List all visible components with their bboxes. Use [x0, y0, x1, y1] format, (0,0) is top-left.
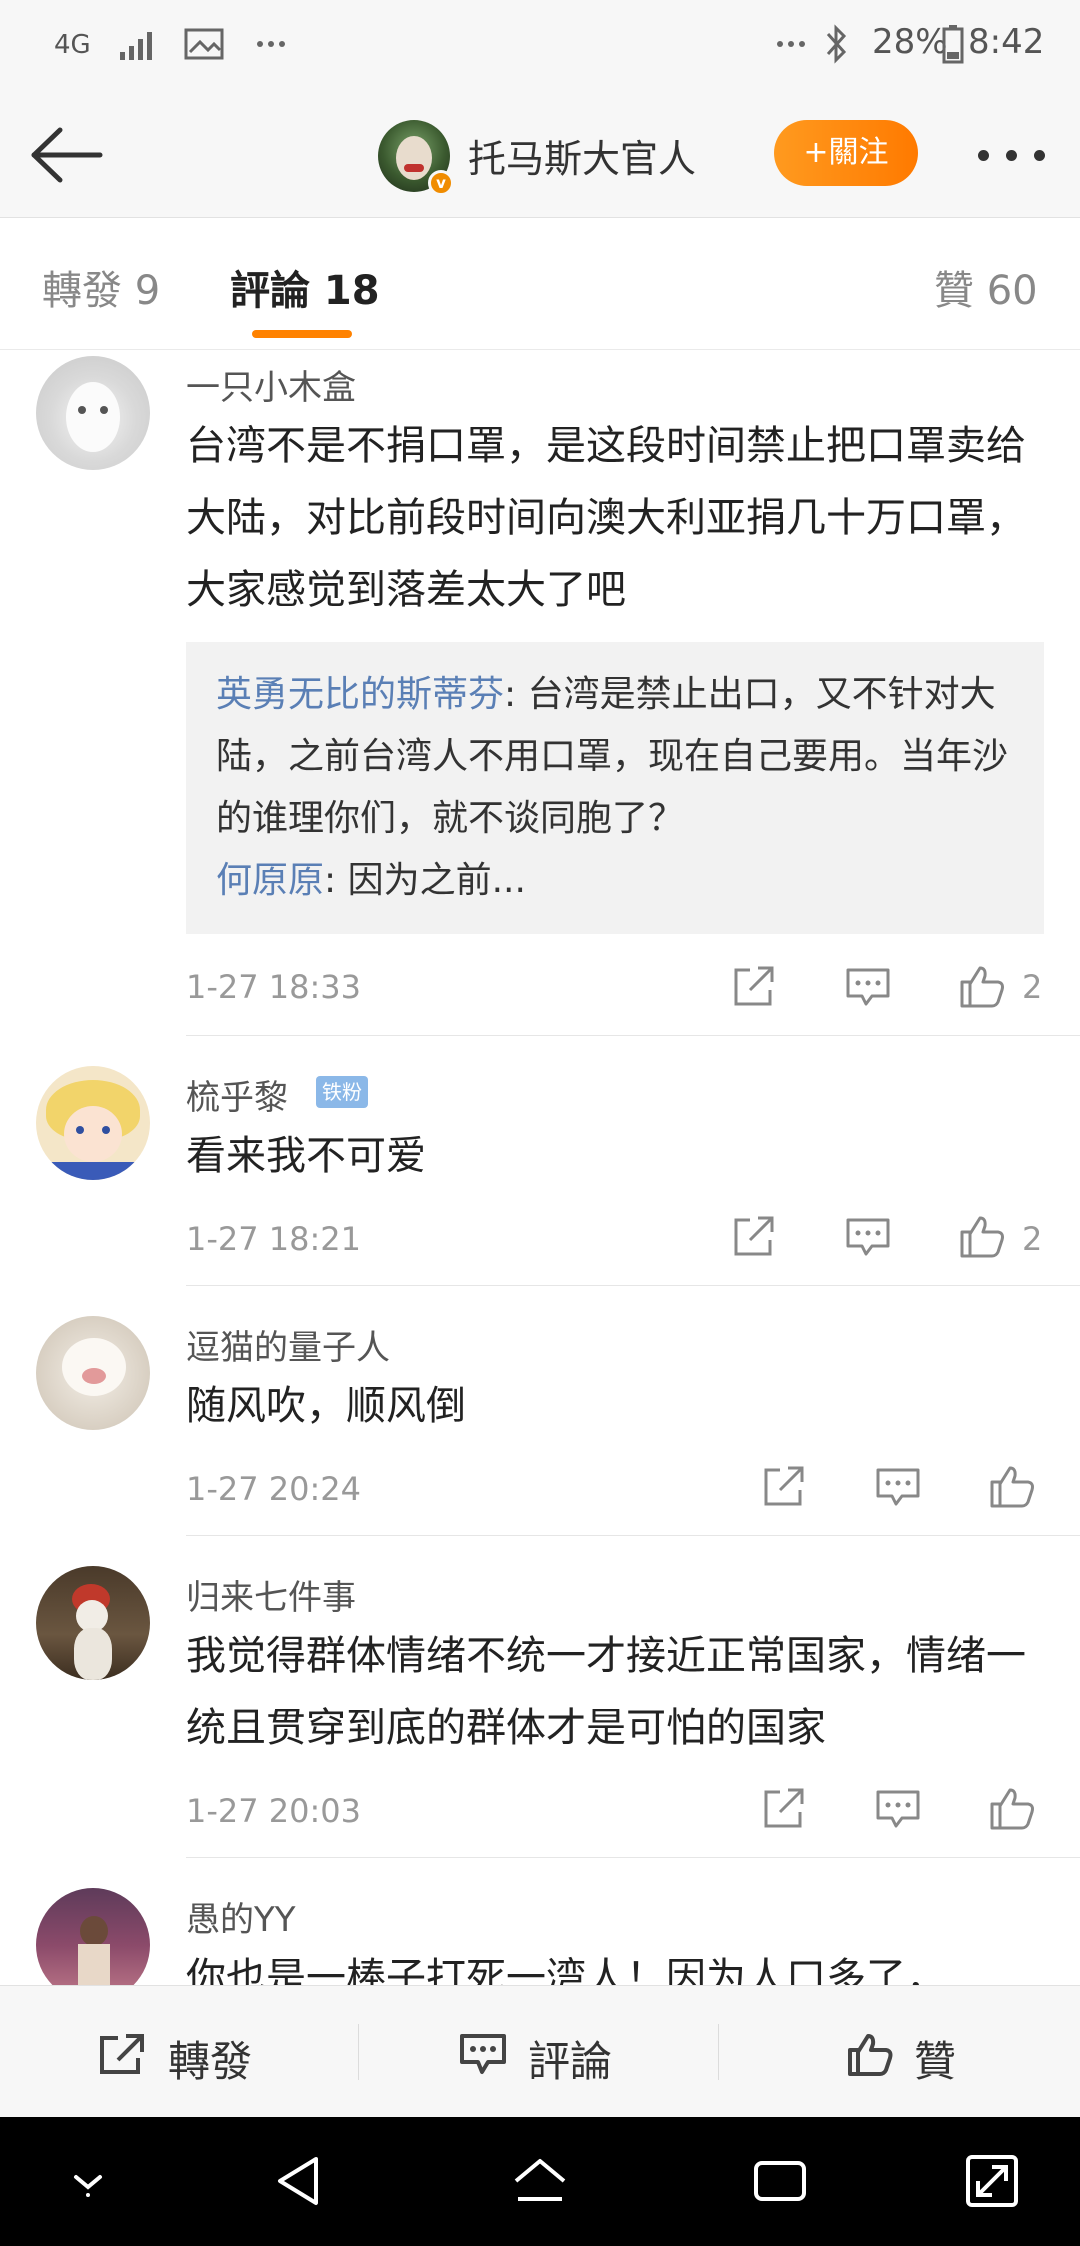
comment-label: 評論: [528, 2037, 613, 2086]
comment-text: 台湾不是不捐口罩，是这段时间禁止把口罩卖给大陆，对比前段时间向澳大利亚捐几十万口…: [186, 423, 1026, 613]
comment-icon[interactable]: [874, 1462, 922, 1510]
like-label: 贊: [914, 2037, 957, 2086]
repost-icon[interactable]: [760, 1462, 808, 1510]
battery-percent: 28%: [872, 22, 948, 62]
bluetooth-icon: [826, 24, 847, 64]
comment-time: 1-27 20:24: [186, 1470, 362, 1508]
comment-item: 逗猫的量子人 随风吹，顺风倒 1-27 20:24: [0, 1286, 1080, 1536]
comment-item: 梳乎黎 铁粉 看来我不可爱 1-27 18:21 2: [0, 1036, 1080, 1286]
back-button[interactable]: [26, 120, 106, 190]
commenter-avatar[interactable]: [36, 356, 150, 470]
repost-icon[interactable]: [730, 1212, 778, 1260]
comment-icon[interactable]: [874, 1784, 922, 1832]
tab-reposts[interactable]: 轉發 9: [42, 258, 160, 316]
active-tab-indicator: [252, 330, 352, 338]
like-icon[interactable]: [958, 1212, 1006, 1260]
commenter-name[interactable]: 归来七件事: [186, 1570, 356, 1619]
system-nav-bar: [0, 2117, 1080, 2246]
comment-time: 1-27 18:33: [186, 968, 362, 1006]
tab-comments[interactable]: 評論 18: [230, 258, 380, 316]
repost-button[interactable]: 轉發: [0, 1986, 360, 2118]
more-icon: [257, 41, 285, 47]
more-icon: [777, 41, 805, 47]
comment-item: 归来七件事 我觉得群体情绪不统一才接近正常国家，情绪一统且贯穿到底的群体才是可怕…: [0, 1536, 1080, 1858]
recents-nav-icon[interactable]: [748, 2149, 812, 2213]
comment-text: 我觉得群体情绪不统一才接近正常国家，情绪一统且贯穿到底的群体才是可怕的国家: [186, 1633, 1026, 1751]
comment-text: 看来我不可爱: [186, 1133, 426, 1179]
reply-separator: :: [504, 674, 528, 715]
like-icon: [848, 2034, 893, 2076]
comment-time: 1-27 18:21: [186, 1220, 362, 1258]
like-count: 2: [1022, 968, 1043, 1006]
comment-icon[interactable]: [844, 1212, 892, 1260]
battery-icon: [942, 25, 964, 64]
follow-button[interactable]: +關注: [774, 120, 918, 186]
commenter-avatar[interactable]: [36, 1566, 150, 1680]
commenter-name[interactable]: 一只小木盒: [186, 360, 356, 409]
comment-time: 1-27 20:03: [186, 1792, 362, 1830]
like-count: 2: [1022, 1220, 1043, 1258]
repost-label: 轉發: [168, 2037, 253, 2086]
comment-icon: [460, 2034, 506, 2074]
repost-icon: [100, 2034, 144, 2074]
like-button[interactable]: 贊: [720, 1986, 1080, 2118]
reply-text: 因为之前...: [347, 860, 526, 901]
bottom-action-bar: 轉發 評論 贊: [0, 1985, 1080, 2117]
tab-bar: 轉發 9 評論 18 贊 60: [0, 218, 1080, 350]
home-nav-icon[interactable]: [508, 2149, 572, 2213]
divider: [358, 2024, 359, 2080]
reply-preview[interactable]: 英勇无比的斯蒂芬: 台湾是禁止出口，又不针对大陆，之前台湾人不用口罩，现在自己要…: [186, 642, 1044, 934]
repost-icon[interactable]: [730, 962, 778, 1010]
commenter-name[interactable]: 逗猫的量子人: [186, 1320, 390, 1369]
commenter-avatar[interactable]: [36, 1316, 150, 1430]
reply-item: 何原原: 因为之前...: [216, 850, 1014, 912]
commenter-avatar[interactable]: [36, 1066, 150, 1180]
comment-icon[interactable]: [844, 962, 892, 1010]
comment-text: 随风吹，顺风倒: [186, 1383, 466, 1429]
tab-likes[interactable]: 贊 60: [934, 258, 1038, 316]
chevron-down-icon[interactable]: [56, 2149, 120, 2213]
comment-text: 你也是一棒子打死一湾人！因为人口多了，: [186, 1955, 946, 1985]
expand-icon[interactable]: [960, 2149, 1024, 2213]
comment-button[interactable]: 評論: [360, 1986, 720, 2118]
app-header: v 托马斯大官人 +關注: [0, 90, 1080, 218]
repost-icon[interactable]: [760, 1784, 808, 1832]
comment-item: 一只小木盒 台湾不是不捐口罩，是这段时间禁止把口罩卖给大陆，对比前段时间向澳大利…: [0, 350, 1080, 1036]
more-options-icon[interactable]: [978, 150, 1048, 164]
clock: 8:42: [968, 22, 1045, 62]
author-name[interactable]: 托马斯大官人: [468, 128, 696, 183]
divider: [718, 2024, 719, 2080]
verified-badge-icon: v: [428, 170, 454, 196]
commenter-name[interactable]: 梳乎黎: [186, 1070, 288, 1119]
reply-item: 英勇无比的斯蒂芬: 台湾是禁止出口，又不针对大陆，之前台湾人不用口罩，现在自己要…: [216, 664, 1014, 850]
reply-username[interactable]: 英勇无比的斯蒂芬: [216, 674, 504, 715]
status-bar: 4G 28% 8:42: [0, 0, 1080, 90]
image-icon: [184, 28, 224, 60]
like-icon[interactable]: [958, 962, 1006, 1010]
like-icon[interactable]: [988, 1462, 1036, 1510]
commenter-avatar[interactable]: [36, 1888, 150, 1985]
reply-username[interactable]: 何原原: [216, 860, 324, 901]
reply-separator: :: [324, 860, 348, 901]
network-indicator: 4G: [54, 30, 91, 60]
comment-item: 愚的YY 你也是一棒子打死一湾人！因为人口多了，: [0, 1858, 1080, 1985]
back-arrow-icon: [31, 127, 103, 183]
fan-badge: 铁粉: [316, 1076, 368, 1108]
commenter-name[interactable]: 愚的YY: [186, 1892, 296, 1941]
signal-icon: [120, 32, 152, 60]
back-nav-icon[interactable]: [268, 2149, 332, 2213]
like-icon[interactable]: [988, 1784, 1036, 1832]
